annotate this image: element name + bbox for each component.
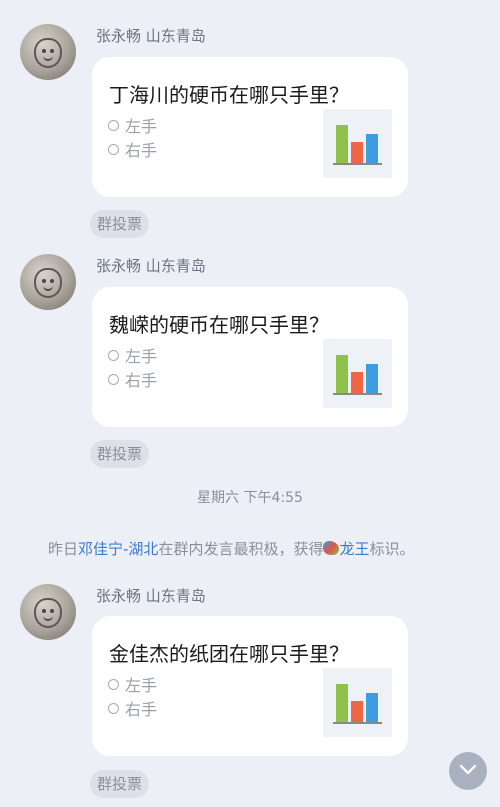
poll-option[interactable]: 左手 <box>108 672 157 696</box>
radio-icon <box>108 143 119 155</box>
avatar-face-icon <box>34 38 62 68</box>
poll-option[interactable]: 右手 <box>108 696 157 720</box>
sender-name: 张永畅 山东青岛 <box>96 587 206 605</box>
poll-question: 金佳杰的纸团在哪只手里？ <box>109 642 349 666</box>
dragon-king-icon <box>323 541 340 555</box>
poll-option-label: 右手 <box>125 700 158 719</box>
avatar-face-icon <box>34 268 62 298</box>
poll-option[interactable]: 左手 <box>108 113 157 137</box>
radio-icon <box>108 702 119 714</box>
bar-chart-icon <box>323 668 392 737</box>
poll-card[interactable]: 魏嵘的硬币在哪只手里？ 左手 右手 <box>92 287 408 427</box>
avatar[interactable] <box>20 584 76 640</box>
user-link[interactable]: 邓佳宁-湖北 <box>78 540 158 558</box>
poll-option[interactable]: 左手 <box>108 343 157 367</box>
poll-option-label: 右手 <box>125 141 158 160</box>
avatar-face-icon <box>34 598 62 628</box>
radio-icon <box>108 349 119 361</box>
timestamp: 星期六 下午4:55 <box>197 490 303 506</box>
radio-icon <box>108 678 119 690</box>
group-poll-tag: 群投票 <box>90 770 150 798</box>
notice-middle: 在群内发言最积极，获得 <box>158 540 324 558</box>
poll-card[interactable]: 金佳杰的纸团在哪只手里？ 左手 右手 <box>92 616 408 756</box>
poll-option-label: 左手 <box>125 347 158 366</box>
poll-option-label: 左手 <box>125 117 158 136</box>
notice-suffix: 标识。 <box>369 540 415 558</box>
group-poll-tag: 群投票 <box>90 210 150 238</box>
bar-chart-icon <box>323 109 392 178</box>
notice-prefix: 昨日 <box>48 540 79 558</box>
scroll-to-bottom-button[interactable] <box>449 752 487 790</box>
poll-option[interactable]: 右手 <box>108 137 157 161</box>
system-notice: 昨日邓佳宁-湖北在群内发言最积极，获得 龙王标识。 <box>48 538 414 559</box>
radio-icon <box>108 119 119 131</box>
poll-question: 魏嵘的硬币在哪只手里？ <box>109 313 329 337</box>
group-poll-tag: 群投票 <box>90 440 150 468</box>
sender-name: 张永畅 山东青岛 <box>96 27 206 45</box>
poll-option-label: 右手 <box>125 371 158 390</box>
radio-icon <box>108 373 119 385</box>
chevron-down-icon <box>459 764 477 775</box>
avatar[interactable] <box>20 254 76 310</box>
poll-option-label: 左手 <box>125 676 158 695</box>
poll-question: 丁海川的硬币在哪只手里？ <box>109 83 349 107</box>
poll-option[interactable]: 右手 <box>108 367 157 391</box>
poll-card[interactable]: 丁海川的硬币在哪只手里？ 左手 右手 <box>92 57 408 197</box>
sender-name: 张永畅 山东青岛 <box>96 257 206 275</box>
avatar[interactable] <box>20 24 76 80</box>
title-link[interactable]: 龙王 <box>339 540 369 558</box>
bar-chart-icon <box>323 339 392 408</box>
